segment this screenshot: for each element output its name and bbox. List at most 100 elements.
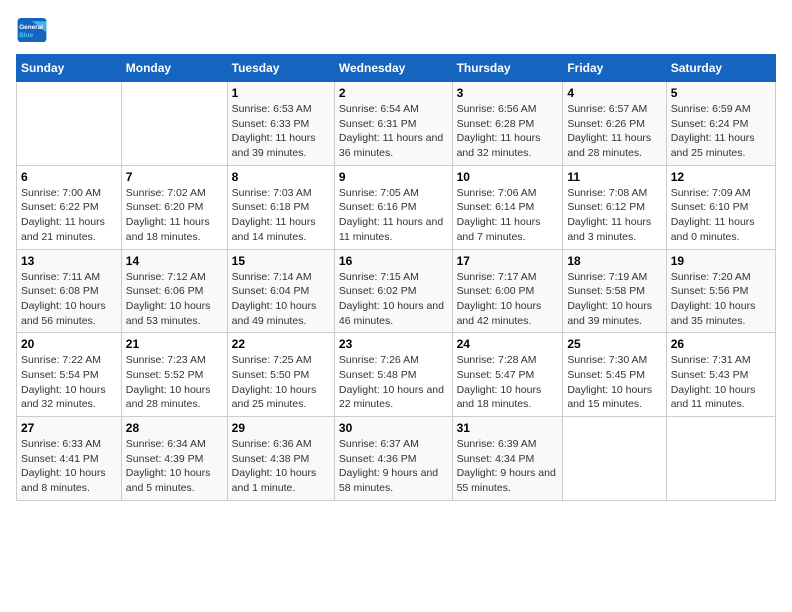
calendar-cell: 12 Sunrise: 7:09 AM Sunset: 6:10 PM Dayli… — [666, 165, 775, 249]
calendar-cell: 29Sunrise: 6:36 AM Sunset: 4:38 PM Dayli… — [227, 417, 334, 501]
day-info: Sunrise: 7:17 AM Sunset: 6:00 PM Dayligh… — [457, 270, 559, 329]
calendar-cell: 8Sunrise: 7:03 AM Sunset: 6:18 PM Daylig… — [227, 165, 334, 249]
day-info: Sunrise: 7:06 AM Sunset: 6:14 PM Dayligh… — [457, 186, 559, 245]
day-info: Sunrise: 7:25 AM Sunset: 5:50 PM Dayligh… — [232, 353, 330, 412]
day-number: 29 — [232, 421, 330, 435]
day-info: Sunrise: 7:15 AM Sunset: 6:02 PM Dayligh… — [339, 270, 448, 329]
logo-icon: General Blue — [16, 16, 48, 44]
weekday-header-friday: Friday — [563, 55, 666, 82]
day-info: Sunrise: 7:20 AM Sunset: 5:56 PM Dayligh… — [671, 270, 771, 329]
day-number: 14 — [126, 254, 223, 268]
calendar-header: SundayMondayTuesdayWednesdayThursdayFrid… — [17, 55, 776, 82]
day-number: 24 — [457, 337, 559, 351]
weekday-header-row: SundayMondayTuesdayWednesdayThursdayFrid… — [17, 55, 776, 82]
calendar-cell: 11 Sunrise: 7:08 AM Sunset: 6:12 PM Dayli… — [563, 165, 666, 249]
calendar-cell — [17, 82, 122, 166]
day-number: 8 — [232, 170, 330, 184]
day-info: Sunrise: 6:53 AM Sunset: 6:33 PM Dayligh… — [232, 102, 330, 161]
weekday-header-saturday: Saturday — [666, 55, 775, 82]
day-number: 31 — [457, 421, 559, 435]
calendar-cell: 7 Sunrise: 7:02 AM Sunset: 6:20 PM Daylig… — [121, 165, 227, 249]
calendar-cell: 30Sunrise: 6:37 AM Sunset: 4:36 PM Dayli… — [334, 417, 452, 501]
day-number: 3 — [457, 86, 559, 100]
day-number: 28 — [126, 421, 223, 435]
calendar-cell: 10 Sunrise: 7:06 AM Sunset: 6:14 PM Dayli… — [452, 165, 563, 249]
weekday-header-tuesday: Tuesday — [227, 55, 334, 82]
day-number: 27 — [21, 421, 117, 435]
calendar-cell: 5 Sunrise: 6:59 AM Sunset: 6:24 PM Daylig… — [666, 82, 775, 166]
day-info: Sunrise: 6:39 AM Sunset: 4:34 PM Dayligh… — [457, 437, 559, 496]
day-info: Sunrise: 6:37 AM Sunset: 4:36 PM Dayligh… — [339, 437, 448, 496]
calendar-cell: 22 Sunrise: 7:25 AM Sunset: 5:50 PM Dayli… — [227, 333, 334, 417]
day-info: Sunrise: 6:56 AM Sunset: 6:28 PM Dayligh… — [457, 102, 559, 161]
day-info: Sunrise: 6:34 AM Sunset: 4:39 PM Dayligh… — [126, 437, 223, 496]
calendar-table: SundayMondayTuesdayWednesdayThursdayFrid… — [16, 54, 776, 501]
calendar-cell — [563, 417, 666, 501]
calendar-week-row: 27 Sunrise: 6:33 AM Sunset: 4:41 PM Dayli… — [17, 417, 776, 501]
day-info: Sunrise: 7:31 AM Sunset: 5:43 PM Dayligh… — [671, 353, 771, 412]
day-info: Sunrise: 7:02 AM Sunset: 6:20 PM Dayligh… — [126, 186, 223, 245]
day-info: Sunrise: 7:08 AM Sunset: 6:12 PM Dayligh… — [567, 186, 661, 245]
day-number: 21 — [126, 337, 223, 351]
calendar-cell: 17 Sunrise: 7:17 AM Sunset: 6:00 PM Dayli… — [452, 249, 563, 333]
day-info: Sunrise: 7:26 AM Sunset: 5:48 PM Dayligh… — [339, 353, 448, 412]
calendar-cell: 24Sunrise: 7:28 AM Sunset: 5:47 PM Dayli… — [452, 333, 563, 417]
day-number: 17 — [457, 254, 559, 268]
calendar-cell: 21 Sunrise: 7:23 AM Sunset: 5:52 PM Dayli… — [121, 333, 227, 417]
day-info: Sunrise: 7:22 AM Sunset: 5:54 PM Dayligh… — [21, 353, 117, 412]
svg-text:Blue: Blue — [19, 32, 33, 39]
day-number: 6 — [21, 170, 117, 184]
day-info: Sunrise: 6:33 AM Sunset: 4:41 PM Dayligh… — [21, 437, 117, 496]
day-number: 4 — [567, 86, 661, 100]
day-number: 7 — [126, 170, 223, 184]
weekday-header-monday: Monday — [121, 55, 227, 82]
logo: General Blue — [16, 16, 52, 44]
calendar-body: 1 Sunrise: 6:53 AM Sunset: 6:33 PM Daylig… — [17, 82, 776, 501]
day-number: 23 — [339, 337, 448, 351]
day-info: Sunrise: 7:11 AM Sunset: 6:08 PM Dayligh… — [21, 270, 117, 329]
calendar-cell: 2 Sunrise: 6:54 AM Sunset: 6:31 PM Daylig… — [334, 82, 452, 166]
calendar-week-row: 20 Sunrise: 7:22 AM Sunset: 5:54 PM Dayli… — [17, 333, 776, 417]
calendar-week-row: 6 Sunrise: 7:00 AM Sunset: 6:22 PM Daylig… — [17, 165, 776, 249]
day-info: Sunrise: 7:09 AM Sunset: 6:10 PM Dayligh… — [671, 186, 771, 245]
day-number: 11 — [567, 170, 661, 184]
calendar-week-row: 13 Sunrise: 7:11 AM Sunset: 6:08 PM Dayli… — [17, 249, 776, 333]
calendar-week-row: 1 Sunrise: 6:53 AM Sunset: 6:33 PM Daylig… — [17, 82, 776, 166]
day-number: 9 — [339, 170, 448, 184]
calendar-cell: 13 Sunrise: 7:11 AM Sunset: 6:08 PM Dayli… — [17, 249, 122, 333]
calendar-cell: 18Sunrise: 7:19 AM Sunset: 5:58 PM Dayli… — [563, 249, 666, 333]
day-info: Sunrise: 7:05 AM Sunset: 6:16 PM Dayligh… — [339, 186, 448, 245]
calendar-cell: 6 Sunrise: 7:00 AM Sunset: 6:22 PM Daylig… — [17, 165, 122, 249]
day-number: 15 — [232, 254, 330, 268]
day-info: Sunrise: 7:23 AM Sunset: 5:52 PM Dayligh… — [126, 353, 223, 412]
calendar-cell: 23 Sunrise: 7:26 AM Sunset: 5:48 PM Dayli… — [334, 333, 452, 417]
day-number: 19 — [671, 254, 771, 268]
calendar-cell: 25 Sunrise: 7:30 AM Sunset: 5:45 PM Dayli… — [563, 333, 666, 417]
day-number: 12 — [671, 170, 771, 184]
calendar-cell: 20 Sunrise: 7:22 AM Sunset: 5:54 PM Dayli… — [17, 333, 122, 417]
svg-text:General: General — [19, 24, 43, 31]
calendar-cell: 9 Sunrise: 7:05 AM Sunset: 6:16 PM Daylig… — [334, 165, 452, 249]
day-number: 26 — [671, 337, 771, 351]
day-number: 2 — [339, 86, 448, 100]
day-info: Sunrise: 7:30 AM Sunset: 5:45 PM Dayligh… — [567, 353, 661, 412]
calendar-cell — [121, 82, 227, 166]
calendar-cell: 14Sunrise: 7:12 AM Sunset: 6:06 PM Dayli… — [121, 249, 227, 333]
day-number: 13 — [21, 254, 117, 268]
day-info: Sunrise: 6:54 AM Sunset: 6:31 PM Dayligh… — [339, 102, 448, 161]
day-info: Sunrise: 7:00 AM Sunset: 6:22 PM Dayligh… — [21, 186, 117, 245]
calendar-cell: 27 Sunrise: 6:33 AM Sunset: 4:41 PM Dayli… — [17, 417, 122, 501]
calendar-cell: 26 Sunrise: 7:31 AM Sunset: 5:43 PM Dayli… — [666, 333, 775, 417]
day-number: 1 — [232, 86, 330, 100]
calendar-cell — [666, 417, 775, 501]
weekday-header-wednesday: Wednesday — [334, 55, 452, 82]
day-number: 25 — [567, 337, 661, 351]
day-info: Sunrise: 6:57 AM Sunset: 6:26 PM Dayligh… — [567, 102, 661, 161]
day-number: 20 — [21, 337, 117, 351]
day-number: 10 — [457, 170, 559, 184]
calendar-cell: 16Sunrise: 7:15 AM Sunset: 6:02 PM Dayli… — [334, 249, 452, 333]
day-info: Sunrise: 6:59 AM Sunset: 6:24 PM Dayligh… — [671, 102, 771, 161]
day-number: 5 — [671, 86, 771, 100]
day-number: 22 — [232, 337, 330, 351]
calendar-cell: 31 Sunrise: 6:39 AM Sunset: 4:34 PM Dayli… — [452, 417, 563, 501]
